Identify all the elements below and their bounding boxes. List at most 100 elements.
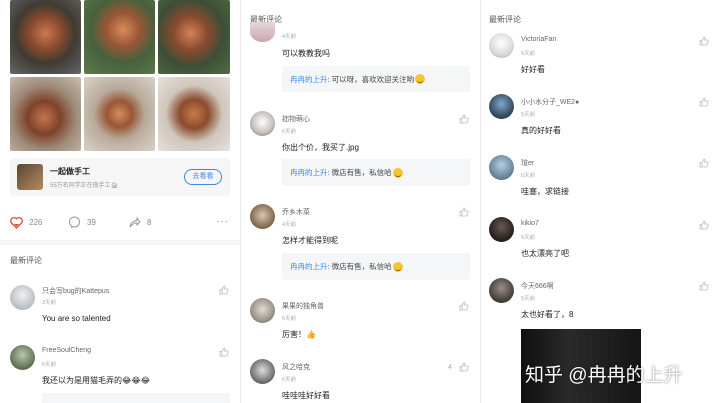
thumb-up-icon[interactable]	[699, 281, 709, 291]
comment-count: 39	[87, 218, 96, 227]
creator-avatar	[17, 164, 43, 190]
comment-time: 5天前	[521, 112, 536, 118]
thumb-up-icon[interactable]	[699, 220, 709, 230]
comment-text: 怎样才能得到呢	[282, 236, 338, 245]
creator-name: 一起做手工	[50, 167, 90, 176]
avatar[interactable]	[489, 155, 514, 180]
comment-time: 5天前	[521, 296, 536, 302]
section-title: 最新评论	[10, 256, 42, 265]
photo-mushroom-4[interactable]	[10, 77, 81, 151]
comment-time: 5天前	[521, 51, 536, 57]
comment-username[interactable]: 乔乡木菜	[282, 207, 310, 217]
reply-author[interactable]: 冉冉的上升	[290, 167, 328, 178]
photo-mushroom-5[interactable]	[84, 77, 155, 151]
comments-column-2: 最新评论 4天前 可以教教我吗 冉冉的上升 : 可以呀，喜欢欢迎关注哟 拙物萌心…	[241, 0, 480, 403]
divider	[0, 240, 240, 245]
comment-text: 也太漂亮了吧	[521, 249, 569, 258]
creator-subtitle: 55万名同学正在做手工🏚	[50, 183, 119, 189]
comment-icon	[69, 216, 80, 229]
comment-text: You are so talented	[42, 314, 111, 323]
comment-time: 5天前	[521, 235, 536, 241]
avatar[interactable]	[489, 217, 514, 242]
avatar[interactable]	[250, 298, 275, 323]
comment-time: 6天前	[282, 129, 297, 135]
reply-box: 冉冉的上升 : 可以呀，喜欢欢迎关注哟	[282, 66, 470, 92]
thumb-up-icon[interactable]	[459, 362, 469, 372]
thumb-up-icon[interactable]	[699, 97, 709, 107]
comment-username[interactable]: VictoriaFan	[521, 36, 556, 43]
share-stat[interactable]: 8	[128, 216, 151, 229]
comment-time: 4天前	[282, 34, 297, 40]
comment-text: 太也好看了，8	[521, 310, 574, 319]
comment-time: 3天前	[42, 300, 57, 306]
comment-time: 6天前	[282, 316, 297, 322]
comment-text: 哇塞，求链接	[521, 187, 569, 196]
thumb-up-icon[interactable]	[699, 36, 709, 46]
reply-text: : 微店有售，私信哈	[327, 168, 392, 177]
comment-username[interactable]: kikio7	[521, 220, 539, 227]
comment-time: 6天前	[282, 377, 297, 383]
post-column: 一起做手工 55万名同学正在做手工🏚 去看看 226 39 8 ··· 最新评论…	[0, 0, 240, 403]
avatar[interactable]	[489, 278, 514, 303]
comment-time: 5天前	[521, 173, 536, 179]
comment-username[interactable]: 小小水分子_WE2●	[521, 97, 579, 107]
reply-box: 冉冉的上升 : 微店有售，私信哈	[282, 253, 470, 280]
comment-text: 我还以为是用猫毛弄的😂😂😂	[42, 376, 151, 385]
share-count: 8	[147, 218, 152, 227]
smile-emoji-icon	[415, 74, 426, 84]
more-button[interactable]: ···	[216, 216, 229, 227]
thumb-up-icon[interactable]	[219, 285, 229, 295]
avatar[interactable]	[489, 94, 514, 119]
avatar[interactable]	[250, 111, 275, 136]
reply-box: 冉冉的上升 : 微店有售，私信哈	[282, 159, 470, 186]
avatar[interactable]	[489, 33, 514, 58]
comment-stat[interactable]: 39	[68, 216, 96, 229]
screenshot-collage: { "post": { "creator_name": "一起做手工", "cr…	[0, 0, 720, 403]
like-count: 4	[448, 364, 452, 371]
like-count: 226	[29, 218, 43, 227]
zhihu-watermark: 知乎 @冉冉的上升	[525, 365, 683, 386]
like-icon	[10, 216, 23, 229]
photo-mushroom-6[interactable]	[158, 77, 230, 151]
visit-button[interactable]: 去看看	[184, 169, 222, 185]
comment-time: 4天前	[282, 222, 297, 228]
thumb-up-icon[interactable]	[459, 301, 469, 311]
photo-mushroom-2[interactable]	[84, 0, 155, 74]
comment-text: 厉害！👍	[282, 330, 316, 339]
comment-text: 可以教教我吗	[282, 49, 330, 58]
comment-text: 好好看	[521, 65, 545, 74]
smile-emoji-icon	[392, 261, 403, 272]
reply-text: : 可以呀，喜欢欢迎关注哟	[327, 74, 415, 84]
creator-card[interactable]: 一起做手工 55万名同学正在做手工🏚 去看看	[10, 158, 230, 196]
comment-text: 哇哇哇好好看	[282, 391, 330, 400]
comment-text: 你出个价，我买了.jpg	[282, 143, 359, 152]
comment-text: 真的好好看	[521, 126, 561, 135]
comment-username[interactable]: 瑄er	[521, 158, 534, 168]
comment-username[interactable]: FreeSoulCheng	[42, 347, 91, 354]
reply-author[interactable]: 冉冉的上升	[290, 74, 328, 85]
reply-author[interactable]: 冉冉的上升	[290, 261, 328, 272]
avatar[interactable]	[10, 345, 35, 370]
comment-username[interactable]: 只会写bug的Kattepus	[42, 286, 109, 296]
comment-username[interactable]: 风之哈克	[282, 362, 310, 372]
thumb-up-icon[interactable]	[219, 347, 229, 357]
reply-box	[42, 393, 230, 403]
reply-text: : 微店有售，私信哈	[327, 262, 392, 271]
comment-username[interactable]: 拙物萌心	[282, 114, 310, 124]
thumb-up-icon[interactable]	[699, 158, 709, 168]
comment-username[interactable]: 今天666啊	[521, 281, 554, 291]
photo-mushroom-3[interactable]	[158, 0, 230, 74]
comment-time: 6天前	[42, 362, 57, 368]
avatar[interactable]	[250, 359, 275, 384]
comment-username[interactable]: 果果的独角兽	[282, 301, 324, 311]
avatar[interactable]	[250, 22, 275, 42]
section-title: 最新评论	[489, 15, 521, 24]
avatar[interactable]	[10, 285, 35, 310]
thumb-up-icon[interactable]	[459, 207, 469, 217]
like-stat[interactable]: 226	[10, 216, 42, 229]
photo-mushroom-1[interactable]	[10, 0, 81, 74]
smile-emoji-icon	[392, 167, 403, 178]
share-icon	[129, 216, 141, 228]
thumb-up-icon[interactable]	[459, 114, 469, 124]
avatar[interactable]	[250, 204, 275, 229]
